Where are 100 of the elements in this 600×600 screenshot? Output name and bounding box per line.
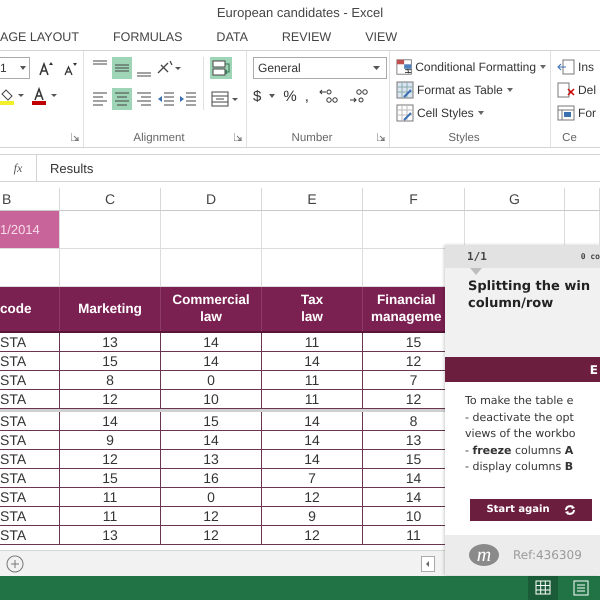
column-heading: Financial manageme: [371, 292, 442, 326]
table-cell: 14: [161, 431, 262, 450]
font-size-field[interactable]: 1: [0, 57, 30, 79]
dialog-launcher-icon[interactable]: [71, 133, 79, 141]
ribbon-tab[interactable]: VIEW: [365, 28, 398, 46]
dropdown-arrow-icon[interactable]: [269, 94, 276, 98]
table-cell: 7: [262, 469, 363, 488]
logo: m: [469, 544, 499, 566]
table-cell: 12: [262, 526, 363, 545]
ribbon-tab[interactable]: AGE LAYOUT: [0, 28, 79, 46]
format-icon[interactable]: [557, 104, 575, 122]
table-cell: 11: [262, 371, 363, 390]
table-cell: 12: [60, 390, 161, 409]
table-icon[interactable]: [396, 81, 414, 99]
column-header[interactable]: C: [60, 188, 161, 210]
section-label: E: [590, 362, 598, 376]
reference-label: Ref:436309: [513, 548, 582, 562]
column-heading: Tax law: [300, 292, 324, 326]
font-color-icon[interactable]: [32, 87, 58, 105]
table-cell: 14: [60, 412, 161, 431]
table-cell: 14: [262, 412, 363, 431]
table-cell: STA: [0, 352, 60, 371]
scroll-left-button-icon[interactable]: [421, 556, 435, 572]
column-header[interactable]: E: [262, 188, 363, 210]
table-cell: 11: [60, 488, 161, 507]
table-cell: STA: [0, 431, 60, 450]
ribbon-tab[interactable]: REVIEW: [282, 28, 332, 46]
center-icon[interactable]: [112, 88, 132, 110]
ribbon-menu-button[interactable]: Ins: [578, 60, 594, 74]
table-cell: STA: [0, 507, 60, 526]
ribbon-menu-button[interactable]: Format as Table: [417, 83, 513, 97]
column-heading: Marketing: [78, 300, 142, 318]
table-cell: 13: [60, 526, 161, 545]
table-cell: 13: [60, 333, 161, 352]
table-cell: 13: [161, 450, 262, 469]
grow-font-icon[interactable]: [38, 60, 54, 76]
dropdown-arrow-icon[interactable]: [373, 66, 380, 70]
column-header[interactable]: D: [161, 188, 262, 210]
column-heading: code: [0, 300, 32, 318]
dialog-launcher-icon[interactable]: [234, 133, 242, 141]
currency-button[interactable]: $: [253, 88, 262, 104]
table-cell: 11: [60, 507, 161, 526]
table-cell: 14: [262, 450, 363, 469]
table-cell: 12: [161, 526, 262, 545]
table-cell: 16: [161, 469, 262, 488]
caret-icon[interactable]: [478, 111, 484, 115]
dialog-launcher-icon[interactable]: [377, 133, 385, 141]
table-cell: STA: [0, 333, 60, 352]
wrap-text-icon[interactable]: [210, 57, 232, 79]
column-heading: Commercial law: [172, 292, 250, 326]
group-label: Alignment: [132, 132, 186, 144]
table-cell: STA: [0, 371, 60, 390]
table-cell: STA: [0, 526, 60, 545]
shrink-font-icon[interactable]: [62, 60, 78, 76]
table-cell: 14: [262, 352, 363, 371]
instruction-text: To make the table e - deactivate the opt views of the workbo - freeze columns A - display columns B: [465, 393, 577, 475]
table-cell: 9: [262, 507, 363, 526]
fill-color-icon[interactable]: [0, 87, 24, 105]
table-cell: 0: [161, 371, 262, 390]
add-sheet-icon[interactable]: [6, 554, 24, 572]
ribbon-menu-button[interactable]: Conditional Formatting: [415, 60, 546, 74]
caret-icon[interactable]: [540, 65, 546, 69]
ribbon-menu-button[interactable]: Cell Styles: [417, 106, 484, 120]
insert-function-button[interactable]: fx: [14, 160, 22, 176]
page-layout-icon[interactable]: [572, 579, 590, 597]
conditional-formatting-icon[interactable]: [396, 58, 412, 76]
refresh-icon: [564, 504, 576, 516]
table-cell: 12: [161, 507, 262, 526]
ribbon-tab[interactable]: DATA: [216, 28, 248, 46]
ribbon-menu-button[interactable]: For: [578, 106, 596, 120]
column-header[interactable]: F: [363, 188, 465, 210]
table-cell: 14: [161, 333, 262, 352]
group-label: Styles: [447, 132, 481, 144]
middle-align-icon[interactable]: [112, 57, 132, 79]
insert-icon[interactable]: [557, 58, 575, 76]
column-header[interactable]: B: [0, 188, 60, 210]
table-cell: 11: [262, 333, 363, 352]
table-cell: 15: [60, 352, 161, 371]
table-cell: 0: [161, 488, 262, 507]
cell-styles-icon[interactable]: [396, 104, 414, 122]
percent-button[interactable]: %: [283, 88, 297, 104]
table-cell: 8: [60, 371, 161, 390]
decrease-decimal-icon[interactable]: [348, 87, 369, 105]
column-header[interactable]: G: [465, 188, 565, 210]
caret-icon[interactable]: [506, 88, 513, 92]
formula-field[interactable]: Results: [37, 155, 600, 181]
ribbon-menu-button[interactable]: Del: [578, 83, 596, 97]
delete-icon[interactable]: [557, 81, 575, 99]
table-cell: 1/2014: [0, 211, 60, 249]
table-cell: 10: [161, 390, 262, 409]
normal-view-icon[interactable]: [528, 576, 558, 600]
ribbon-tab[interactable]: FORMULAS: [112, 28, 182, 46]
table-cell: 11: [262, 390, 363, 409]
number-format-dropdown[interactable]: General: [253, 57, 387, 79]
start-again-button[interactable]: Start again: [470, 498, 592, 520]
group-label: Number: [290, 132, 334, 144]
window-title: European candidates - Excel: [216, 4, 384, 20]
comma-button[interactable]: ,: [304, 88, 309, 104]
dropdown-arrow-icon[interactable]: [20, 66, 26, 70]
increase-decimal-icon[interactable]: [318, 87, 339, 105]
